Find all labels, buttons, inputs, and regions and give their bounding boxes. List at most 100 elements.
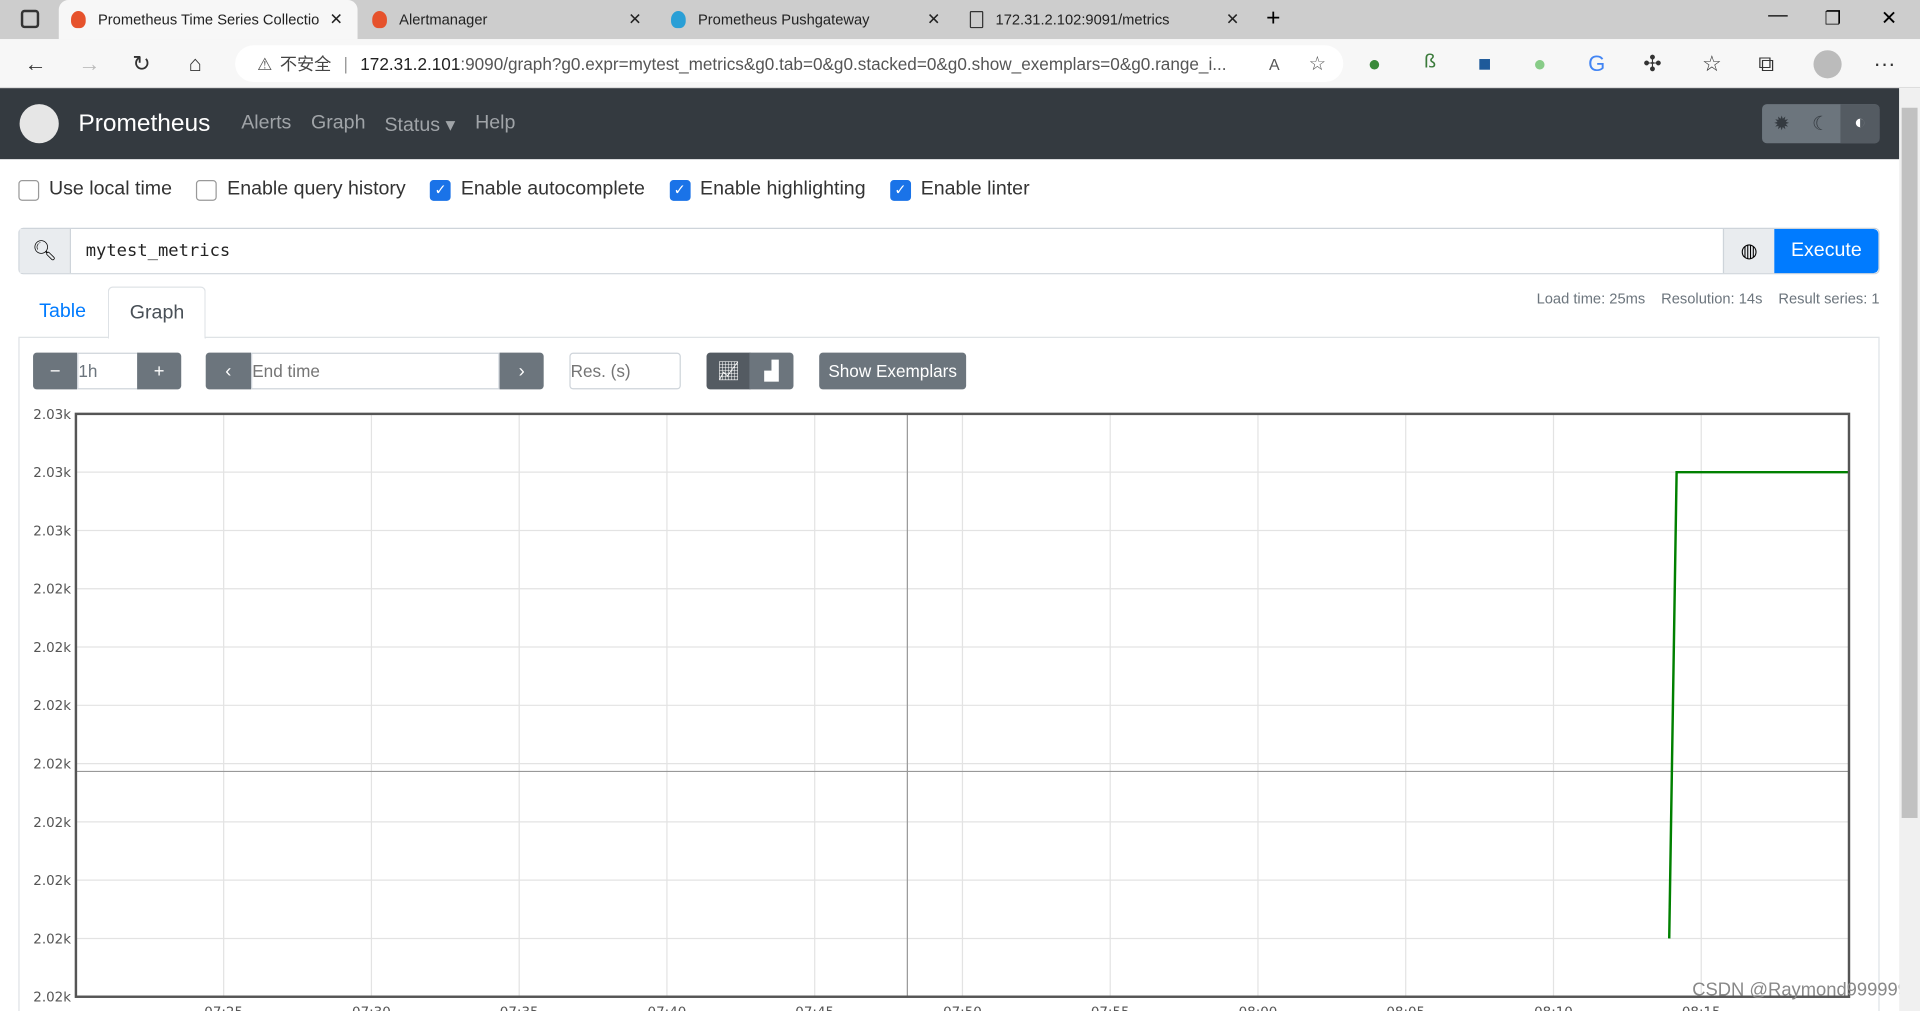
restore-icon[interactable]: ❐	[1825, 7, 1841, 30]
brand[interactable]: Prometheus	[78, 110, 210, 138]
theme-toggle: ✹ ☾ ◐	[1762, 104, 1880, 144]
query-stats: Load time: 25ms Resolution: 14s Result ser…	[1536, 290, 1880, 308]
line-chart-icon: 📈︎	[716, 361, 741, 383]
browser-tab-prometheus[interactable]: Prometheus Time Series Collectio ✕	[58, 0, 358, 40]
next-time-button[interactable]: ›	[499, 352, 544, 390]
x-tick-label: 07:45	[795, 1005, 834, 1011]
profile-avatar[interactable]	[1813, 50, 1842, 79]
metrics-explorer-icon[interactable]: ◍	[1722, 228, 1775, 274]
nav-status[interactable]: Status ▾	[384, 113, 455, 137]
show-exemplars-button[interactable]: Show Exemplars	[819, 352, 967, 390]
extension-badge-icon[interactable]: ●	[1533, 51, 1546, 77]
checkbox[interactable]	[196, 179, 218, 201]
x-tick-label: 07:30	[352, 1005, 391, 1011]
sidebar-toggle-icon[interactable]	[20, 9, 40, 29]
extensions-icon[interactable]: ✣	[1643, 51, 1661, 77]
option-local-time[interactable]: Use local time	[18, 179, 172, 201]
prometheus-logo-icon	[19, 104, 59, 144]
y-tick-label: 2.02k	[33, 816, 71, 831]
checkbox[interactable]: ✓	[669, 179, 691, 201]
url-field[interactable]: ⚠ 不安全 | 172.31.2.101:9090/graph?g0.expr=…	[235, 45, 1344, 83]
x-tick-label: 07:40	[648, 1005, 687, 1011]
prometheus-navbar: Prometheus Alerts Graph Status ▾ Help ✹ …	[0, 88, 1900, 160]
divider: |	[343, 53, 349, 74]
x-tick-label: 07:25	[204, 1005, 243, 1011]
option-linter[interactable]: ✓ Enable linter	[890, 179, 1030, 201]
area-chart-icon: ▟	[764, 361, 779, 383]
previous-time-button[interactable]: ‹	[205, 352, 252, 390]
translate-icon[interactable]: G	[1588, 51, 1605, 77]
collections-icon[interactable]: ⧉	[1758, 51, 1774, 77]
checkbox[interactable]	[18, 179, 40, 201]
x-tick-label: 08:00	[1239, 1005, 1278, 1011]
options-row: Use local time Enable query history ✓ Ena…	[18, 179, 1030, 201]
extension-icon[interactable]: ß	[1424, 51, 1436, 73]
y-tick-label: 2.02k	[33, 699, 71, 714]
checkbox[interactable]: ✓	[890, 179, 911, 201]
y-tick-label: 2.02k	[33, 932, 71, 947]
browser-tab-pushgateway[interactable]: Prometheus Pushgateway ✕	[659, 0, 955, 39]
range-input[interactable]	[77, 352, 139, 390]
y-tick-label: 2.03k	[33, 408, 71, 423]
y-tick-label: 2.02k	[33, 583, 71, 598]
y-tick-label: 2.02k	[33, 874, 71, 889]
close-tab-icon[interactable]: ✕	[927, 10, 940, 30]
forward-icon[interactable]: →	[78, 51, 100, 77]
favorites-icon[interactable]: ☆	[1702, 51, 1722, 77]
option-query-history[interactable]: Enable query history	[196, 179, 406, 201]
x-tick-label: 08:05	[1386, 1005, 1425, 1011]
x-tick-label: 07:55	[1091, 1005, 1130, 1011]
browser-tab-strip: Prometheus Time Series Collectio ✕ Alertm…	[0, 0, 1920, 40]
stacked-chart-button[interactable]: ▟	[749, 352, 794, 390]
x-tick-label: 07:35	[500, 1005, 539, 1011]
more-icon[interactable]: ···	[1873, 51, 1895, 77]
read-aloud-icon[interactable]: A	[1269, 54, 1280, 72]
y-tick-label: 2.02k	[33, 641, 71, 656]
x-tick-label: 07:50	[943, 1005, 982, 1011]
browser-tab-alertmanager[interactable]: Alertmanager ✕	[360, 0, 656, 39]
graph-chart[interactable]: 2.02k 2.02k 2.02k 2.02k 2.02k 2.02k 2.02k 2.02k…	[0, 399, 1899, 1011]
close-window-icon[interactable]: ✕	[1881, 6, 1897, 30]
tab-graph[interactable]: Graph	[107, 286, 207, 340]
checkbox[interactable]: ✓	[430, 179, 452, 201]
query-input[interactable]	[71, 228, 1723, 274]
extension-globe-icon[interactable]: ●	[1368, 51, 1381, 77]
close-tab-icon[interactable]: ✕	[628, 10, 641, 30]
y-tick-label: 2.02k	[33, 757, 71, 772]
new-tab-icon[interactable]: +	[1266, 5, 1280, 33]
prometheus-icon	[71, 11, 86, 29]
back-icon[interactable]: ←	[24, 51, 46, 77]
x-tick-label: 08:10	[1534, 1005, 1573, 1011]
resolution-input[interactable]	[569, 352, 681, 390]
prometheus-icon	[372, 11, 387, 29]
favorite-add-icon[interactable]: ☆	[1309, 51, 1327, 75]
tab-table[interactable]: Table	[18, 287, 106, 340]
end-time-input[interactable]	[251, 352, 500, 390]
search-icon: 🔍︎	[19, 228, 72, 274]
warning-icon: ⚠	[257, 53, 273, 73]
browser-tab-metrics[interactable]: 172.31.2.102:9091/metrics ✕	[958, 0, 1254, 39]
increase-range-button[interactable]: +	[137, 352, 182, 390]
light-theme-icon[interactable]: ✹	[1762, 104, 1801, 143]
extension-toolbox-icon[interactable]: ■	[1478, 51, 1491, 77]
nav-graph[interactable]: Graph	[311, 113, 365, 135]
scrollbar-thumb[interactable]	[1901, 107, 1918, 818]
y-tick-label: 2.03k	[33, 524, 71, 539]
reload-icon[interactable]: ↻	[132, 51, 150, 77]
address-bar-row: ← → ↻ ⌂ ⚠ 不安全 | 172.31.2.101:9090/graph?…	[0, 39, 1920, 89]
home-icon[interactable]: ⌂	[189, 51, 202, 77]
close-tab-icon[interactable]: ✕	[330, 10, 343, 30]
option-highlighting[interactable]: ✓ Enable highlighting	[669, 179, 866, 201]
decrease-range-button[interactable]: −	[33, 352, 78, 390]
option-autocomplete[interactable]: ✓ Enable autocomplete	[430, 179, 645, 201]
dark-theme-icon[interactable]: ☾	[1801, 104, 1840, 143]
minimize-icon[interactable]: —	[1768, 5, 1788, 27]
execute-button[interactable]: Execute	[1774, 228, 1879, 274]
y-tick-label: 2.03k	[33, 466, 71, 481]
line-chart-button[interactable]: 📈︎	[706, 352, 751, 390]
nav-help[interactable]: Help	[475, 113, 515, 135]
page-scrollbar[interactable]	[1899, 88, 1920, 1011]
close-tab-icon[interactable]: ✕	[1226, 10, 1239, 30]
nav-alerts[interactable]: Alerts	[241, 113, 291, 135]
auto-theme-icon[interactable]: ◐	[1840, 104, 1880, 144]
